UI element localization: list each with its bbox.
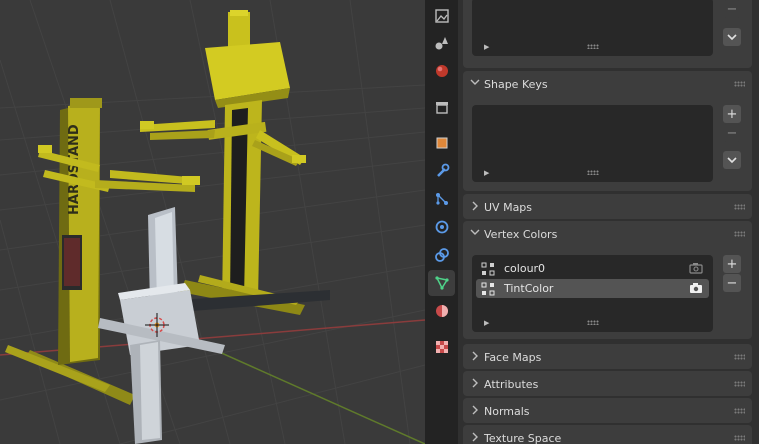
material-icon	[435, 305, 448, 317]
vertex-colors-header[interactable]: Vertex Colors	[463, 221, 752, 247]
shape-keys-panel: Shape Keys ▶ + −	[463, 71, 752, 191]
drag-handle-icon[interactable]	[734, 381, 745, 387]
shape-key-menu-button[interactable]	[723, 151, 741, 169]
tab-physics-drop[interactable]	[428, 30, 455, 56]
camera-render-icon[interactable]	[689, 262, 703, 274]
panel-title: UV Maps	[484, 200, 533, 214]
chevron-down-icon	[727, 33, 737, 40]
tab-physics[interactable]	[428, 214, 455, 240]
panel-title: Vertex Colors	[484, 227, 558, 241]
tab-world[interactable]	[428, 58, 455, 84]
vertex-color-icon	[481, 262, 495, 275]
chevron-right-icon	[466, 378, 484, 391]
tab-modifiers[interactable]	[428, 158, 455, 184]
specials-menu-button[interactable]	[723, 28, 741, 46]
image-icon	[434, 9, 449, 23]
tab-particles[interactable]	[428, 186, 455, 212]
drag-handle-icon[interactable]	[734, 408, 745, 414]
resize-grip-icon[interactable]	[586, 170, 599, 175]
3d-viewport[interactable]: HARDSTAND	[0, 0, 425, 444]
normals-panel: Normals	[463, 398, 752, 423]
shape-keys-list[interactable]: ▶	[472, 105, 713, 182]
physics-drop-icon	[435, 37, 448, 50]
mesh-data-icon	[434, 276, 449, 290]
panel-title: Face Maps	[484, 350, 542, 364]
particles-icon	[435, 193, 448, 205]
viewport-scene: HARDSTAND	[0, 0, 425, 444]
tab-collection[interactable]	[428, 94, 455, 120]
chevron-right-icon	[466, 432, 484, 444]
vertex-colors-panel: Vertex Colors colour0 TintColor ▶ + −	[463, 221, 752, 339]
tab-mesh-data[interactable]	[428, 270, 455, 296]
drag-handle-icon[interactable]	[734, 435, 745, 441]
uv-maps-panel: UV Maps	[463, 194, 752, 219]
texture-checker-icon	[435, 341, 448, 353]
tab-material[interactable]	[428, 298, 455, 324]
uv-maps-header[interactable]: UV Maps	[463, 194, 752, 220]
camera-render-icon[interactable]	[689, 282, 703, 294]
expand-filter-icon[interactable]: ▶	[484, 319, 489, 327]
stand-cross[interactable]	[98, 207, 330, 444]
remove-vertex-color-button[interactable]: −	[723, 274, 741, 292]
panel-title: Texture Space	[484, 431, 562, 444]
constraints-icon	[434, 248, 449, 262]
panel-title: Normals	[484, 404, 530, 418]
chevron-right-icon	[466, 405, 484, 418]
panel-title: Attributes	[484, 377, 539, 391]
tab-constraints[interactable]	[428, 242, 455, 268]
resize-grip-icon[interactable]	[586, 44, 599, 49]
drag-handle-icon[interactable]	[734, 204, 745, 210]
drag-handle-icon[interactable]	[734, 231, 745, 237]
tab-render[interactable]	[428, 3, 455, 29]
chevron-down-icon	[466, 229, 484, 239]
resize-grip-icon[interactable]	[586, 320, 599, 325]
tab-texture[interactable]	[428, 334, 455, 360]
vertex-color-name[interactable]: TintColor	[504, 282, 553, 295]
add-shape-key-button[interactable]: +	[723, 105, 741, 123]
face-maps-header[interactable]: Face Maps	[463, 344, 752, 370]
chevron-down-icon	[727, 156, 737, 163]
world-icon	[435, 65, 448, 77]
properties-editor: ▶ − Shape Keys ▶ + − UV Maps Vertex Colo…	[458, 0, 759, 444]
vertex-color-name[interactable]: colour0	[504, 262, 545, 275]
object-icon	[436, 137, 447, 149]
expand-filter-icon[interactable]: ▶	[484, 43, 489, 51]
drag-handle-icon[interactable]	[734, 81, 745, 87]
panel-title: Shape Keys	[484, 77, 548, 91]
expand-filter-icon[interactable]: ▶	[484, 169, 489, 177]
vertex-color-icon	[481, 282, 495, 295]
texture-space-panel: Texture Space	[463, 425, 752, 444]
tab-object[interactable]	[428, 130, 455, 156]
face-maps-panel: Face Maps	[463, 344, 752, 369]
texture-space-header[interactable]: Texture Space	[463, 425, 752, 444]
vertex-colors-list[interactable]: colour0 TintColor ▶	[472, 255, 713, 332]
collection-icon	[435, 102, 448, 114]
drag-handle-icon[interactable]	[734, 354, 745, 360]
attributes-header[interactable]: Attributes	[463, 371, 752, 397]
normals-header[interactable]: Normals	[463, 398, 752, 424]
list-item[interactable]: TintColor	[476, 279, 709, 298]
add-vertex-color-button[interactable]: +	[723, 255, 741, 273]
column-brand-left: HARDSTAND	[67, 124, 82, 215]
chevron-right-icon	[466, 351, 484, 364]
wrench-icon	[436, 163, 449, 177]
chevron-right-icon	[466, 201, 484, 214]
remove-button[interactable]: −	[723, 0, 741, 18]
chevron-down-icon	[466, 79, 484, 89]
physics-icon	[435, 220, 448, 234]
remove-shape-key-button[interactable]: −	[723, 124, 741, 142]
properties-tab-bar	[425, 0, 459, 444]
previous-panel: ▶ −	[463, 0, 752, 68]
list-item[interactable]: colour0	[476, 259, 709, 278]
attributes-panel: Attributes	[463, 371, 752, 396]
previous-list[interactable]: ▶	[472, 0, 713, 56]
shape-keys-header[interactable]: Shape Keys	[463, 71, 752, 97]
